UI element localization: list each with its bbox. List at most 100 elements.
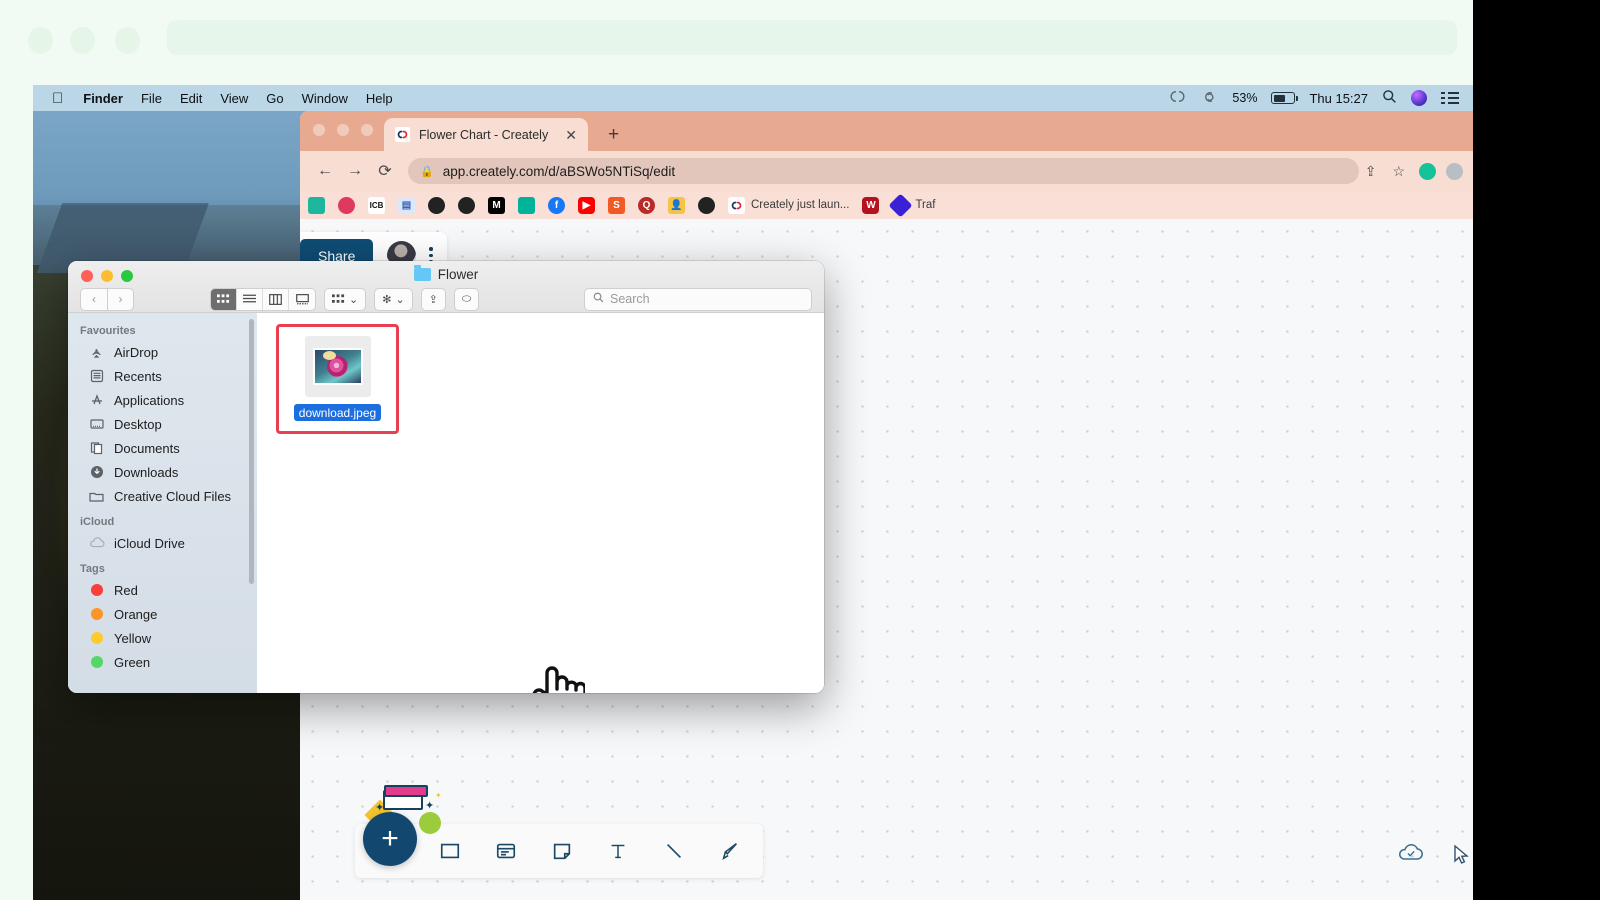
url-address-bar[interactable]: 🔒 app.creately.com/d/aBSWo5NTiSq/edit: [408, 158, 1359, 184]
bookmark-teal-square-icon[interactable]: [518, 196, 535, 214]
sidebar-item-tag-red[interactable]: Red: [68, 578, 257, 602]
sidebar-item-documents[interactable]: Documents: [68, 436, 257, 460]
browser-maximize-button[interactable]: [361, 124, 373, 136]
arrow-forward-icon[interactable]: →: [340, 162, 370, 180]
bookmark-w-icon[interactable]: W: [862, 196, 880, 214]
sidebar-item-creative-cloud-files[interactable]: Creative Cloud Files: [68, 484, 257, 508]
bookmark-youtube-icon[interactable]: ▶: [578, 196, 595, 214]
rose-graphic: [323, 351, 348, 377]
bookmark-globe-icon-1[interactable]: [428, 196, 445, 214]
control-center-icon[interactable]: [1441, 92, 1459, 104]
browser-close-button[interactable]: [313, 124, 325, 136]
text-tool-icon[interactable]: [601, 834, 635, 868]
sidebar-item-label: Documents: [114, 440, 180, 456]
file-name-label[interactable]: download.jpeg: [293, 404, 382, 421]
sidebar-item-label: Downloads: [114, 464, 179, 480]
menu-item-file[interactable]: File: [141, 91, 162, 106]
browser-tab-active[interactable]: Flower Chart - Creately ✕: [384, 118, 588, 151]
apple-logo-icon[interactable]: : [52, 91, 63, 106]
ghost-window-dot-1: [28, 27, 53, 54]
bookmark-creately-announcement[interactable]: Creately just laun...: [728, 196, 849, 214]
grammarly-extension-icon[interactable]: [1419, 162, 1436, 180]
battery-icon[interactable]: [1271, 92, 1299, 104]
finder-title-bar: Flower ‹ › ⌄ ✻ ⌄ ⇪ ⬭ Search: [68, 261, 824, 313]
browser-minimize-button[interactable]: [337, 124, 349, 136]
card-icon[interactable]: [489, 834, 523, 868]
add-shape-fab-button[interactable]: +: [363, 812, 417, 866]
menu-item-view[interactable]: View: [220, 91, 248, 106]
group-by-button[interactable]: ⌄: [324, 287, 367, 311]
browser-extensions: [1409, 162, 1463, 180]
browser-window-controls[interactable]: [313, 124, 373, 136]
bookmark-target-icon[interactable]: [338, 196, 355, 214]
bookmark-icb-icon[interactable]: ICB: [368, 196, 385, 214]
menu-item-finder[interactable]: Finder: [83, 91, 123, 106]
close-icon[interactable]: ✕: [562, 128, 580, 142]
creately-bottom-toolbar: ✦ ✦ ✦ +: [355, 785, 763, 878]
bookmark-globe-icon-2[interactable]: [458, 196, 475, 214]
menu-bar-clock[interactable]: Thu 15:27: [1309, 91, 1368, 106]
omnibar-actions: ⇪ ☆: [1365, 163, 1409, 180]
creately-logo-icon: [728, 196, 745, 214]
share-icon[interactable]: ⇪: [1365, 163, 1377, 180]
star-icon[interactable]: ☆: [1392, 163, 1405, 180]
shape-rectangle-icon[interactable]: [433, 834, 467, 868]
spotlight-search-icon[interactable]: [1382, 89, 1397, 107]
browser-tab-strip: Flower Chart - Creately ✕ +: [300, 111, 1473, 151]
dropbox-icon[interactable]: [1201, 90, 1218, 107]
bookmark-facebook-icon[interactable]: f: [548, 196, 565, 214]
bookmark-globe-icon-3[interactable]: [698, 196, 715, 214]
sidebar-item-downloads[interactable]: Downloads: [68, 460, 257, 484]
reload-icon[interactable]: ⟳: [370, 161, 400, 181]
new-tab-plus-icon[interactable]: +: [608, 125, 619, 144]
creative-cloud-icon[interactable]: [1168, 89, 1187, 107]
sidebar-item-tag-yellow[interactable]: Yellow: [68, 626, 257, 650]
file-thumbnail: [304, 336, 371, 397]
sidebar-item-tag-orange[interactable]: Orange: [68, 602, 257, 626]
menu-item-edit[interactable]: Edit: [180, 91, 202, 106]
column-view-button[interactable]: [263, 288, 289, 310]
bookmark-person-icon[interactable]: 👤: [668, 196, 685, 214]
sidebar-item-desktop[interactable]: Desktop: [68, 412, 257, 436]
pointer-cursor-icon: [1453, 844, 1469, 870]
bookmark-quora-icon[interactable]: Q: [638, 196, 655, 214]
menu-item-go[interactable]: Go: [266, 91, 283, 106]
sidebar-item-recents[interactable]: Recents: [68, 364, 257, 388]
airdrop-icon: [88, 344, 105, 361]
gear-actions-button[interactable]: ✻ ⌄: [374, 287, 413, 311]
bookmark-shield-icon[interactable]: [308, 196, 325, 214]
sidebar-item-tag-green[interactable]: Green: [68, 650, 257, 674]
pen-freehand-icon[interactable]: [713, 834, 747, 868]
bookmark-traffic[interactable]: Traf: [888, 192, 935, 218]
siri-icon[interactable]: [1411, 90, 1427, 106]
finder-sidebar: Favourites AirDrop Recents Applications …: [68, 313, 257, 693]
icon-view-button[interactable]: [211, 288, 237, 310]
bookmark-semrush-icon[interactable]: S: [608, 196, 625, 214]
bookmark-medium-icon[interactable]: M: [488, 196, 505, 214]
sidebar-item-icloud-drive[interactable]: iCloud Drive: [68, 531, 257, 555]
gallery-view-button[interactable]: [289, 289, 315, 310]
browser-bookmarks-bar: ICB ▤ M f ▶ S Q 👤 Creately just laun... …: [300, 191, 1473, 219]
decor-star-icon-3: ✦: [435, 791, 442, 800]
finder-file-grid[interactable]: download.jpeg: [257, 313, 824, 693]
search-input[interactable]: Search: [584, 287, 812, 311]
recycle-extension-icon[interactable]: [1446, 162, 1463, 180]
chevron-left-icon[interactable]: ‹: [80, 287, 107, 311]
arrow-back-icon[interactable]: ←: [310, 162, 340, 180]
bookmark-library-icon[interactable]: ▤: [398, 196, 415, 214]
line-tool-icon[interactable]: [657, 834, 691, 868]
menu-item-window[interactable]: Window: [302, 91, 348, 106]
sidebar-item-applications[interactable]: Applications: [68, 388, 257, 412]
list-view-button[interactable]: [237, 288, 263, 310]
menu-item-help[interactable]: Help: [366, 91, 393, 106]
chevron-right-icon[interactable]: ›: [107, 287, 134, 311]
share-button[interactable]: ⇪: [420, 287, 446, 311]
sidebar-item-airdrop[interactable]: AirDrop: [68, 340, 257, 364]
cloud-icon: [88, 535, 105, 552]
file-item-download-jpeg[interactable]: download.jpeg: [276, 324, 399, 434]
ghost-window-dot-2: [70, 27, 95, 54]
sticky-note-icon[interactable]: [545, 834, 579, 868]
folder-icon: [413, 265, 431, 281]
tag-button[interactable]: ⬭: [453, 287, 480, 311]
sidebar-scrollbar[interactable]: [249, 319, 254, 584]
